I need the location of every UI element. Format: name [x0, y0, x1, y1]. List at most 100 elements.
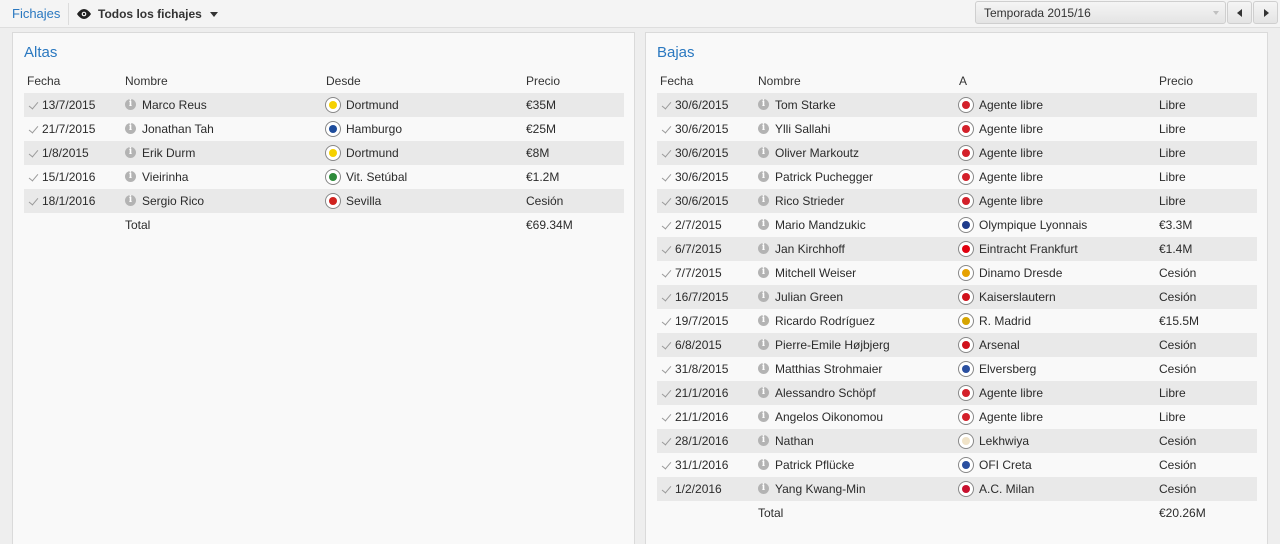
club-name[interactable]: OFI Creta: [979, 453, 1032, 477]
table-row[interactable]: 28/1/2016 i Nathan Lekhwiya Cesión: [657, 429, 1257, 453]
club-name[interactable]: Agente libre: [979, 141, 1043, 165]
info-icon[interactable]: i: [758, 291, 769, 302]
player-name[interactable]: Vieirinha: [142, 165, 188, 189]
player-name[interactable]: Mitchell Weiser: [775, 261, 856, 285]
header-precio[interactable]: Precio: [1159, 74, 1193, 88]
club-name[interactable]: Agente libre: [979, 117, 1043, 141]
info-icon[interactable]: i: [758, 219, 769, 230]
table-row[interactable]: 13/7/2015 i Marco Reus Dortmund €35M: [24, 93, 624, 117]
player-name[interactable]: Nathan: [775, 429, 814, 453]
header-nombre[interactable]: Nombre: [758, 74, 801, 88]
player-name[interactable]: Patrick Puchegger: [775, 165, 873, 189]
table-row[interactable]: 30/6/2015 i Patrick Puchegger Agente libre L…: [657, 165, 1257, 189]
table-row[interactable]: 30/6/2015 i Rico Strieder Agente libre Libre: [657, 189, 1257, 213]
info-icon[interactable]: i: [758, 243, 769, 254]
player-name[interactable]: Mario Mandzukic: [775, 213, 866, 237]
club-name[interactable]: Agente libre: [979, 189, 1043, 213]
header-fecha[interactable]: Fecha: [660, 74, 693, 88]
info-icon[interactable]: i: [758, 411, 769, 422]
info-icon[interactable]: i: [125, 147, 136, 158]
table-row[interactable]: 21/7/2015 i Jonathan Tah Hamburgo €25M: [24, 117, 624, 141]
header-precio[interactable]: Precio: [526, 74, 560, 88]
table-row[interactable]: 15/1/2016 i Vieirinha Vit. Setúbal €1.2M: [24, 165, 624, 189]
club-name[interactable]: Vit. Setúbal: [346, 165, 407, 189]
player-name[interactable]: Pierre-Emile Højbjerg: [775, 333, 890, 357]
club-name[interactable]: Agente libre: [979, 381, 1043, 405]
table-row[interactable]: 16/7/2015 i Julian Green Kaiserslautern Cesi…: [657, 285, 1257, 309]
info-icon[interactable]: i: [758, 459, 769, 470]
club-name[interactable]: Dortmund: [346, 141, 399, 165]
next-season-button[interactable]: [1253, 1, 1278, 24]
club-name[interactable]: A.C. Milan: [979, 477, 1034, 501]
previous-season-button[interactable]: [1227, 1, 1252, 24]
info-icon[interactable]: i: [125, 99, 136, 110]
table-row[interactable]: 6/7/2015 i Jan Kirchhoff Eintracht Frankfur…: [657, 237, 1257, 261]
info-icon[interactable]: i: [758, 387, 769, 398]
club-name[interactable]: R. Madrid: [979, 309, 1031, 333]
table-row[interactable]: 30/6/2015 i Ylli Sallahi Agente libre Libre: [657, 117, 1257, 141]
club-name[interactable]: Dortmund: [346, 93, 399, 117]
info-icon[interactable]: i: [758, 147, 769, 158]
player-name[interactable]: Marco Reus: [142, 93, 207, 117]
club-name[interactable]: Agente libre: [979, 93, 1043, 117]
header-desde[interactable]: Desde: [326, 74, 361, 88]
player-name[interactable]: Tom Starke: [775, 93, 836, 117]
table-row[interactable]: 18/1/2016 i Sergio Rico Sevilla Cesión: [24, 189, 624, 213]
player-name[interactable]: Jan Kirchhoff: [775, 237, 845, 261]
table-row[interactable]: 21/1/2016 i Angelos Oikonomou Agente libre L…: [657, 405, 1257, 429]
table-row[interactable]: 19/7/2015 i Ricardo Rodríguez R. Madrid €15.…: [657, 309, 1257, 333]
table-row[interactable]: 1/2/2016 i Yang Kwang-Min A.C. Milan Cesión: [657, 477, 1257, 501]
player-name[interactable]: Oliver Markoutz: [775, 141, 859, 165]
view-selector[interactable]: Todos los fichajes: [76, 5, 218, 23]
club-name[interactable]: Kaiserslautern: [979, 285, 1056, 309]
table-row[interactable]: 31/8/2015 i Matthias Strohmaier Elversberg C…: [657, 357, 1257, 381]
info-icon[interactable]: i: [758, 99, 769, 110]
info-icon[interactable]: i: [125, 171, 136, 182]
player-name[interactable]: Yang Kwang-Min: [775, 477, 866, 501]
club-name[interactable]: Agente libre: [979, 405, 1043, 429]
info-icon[interactable]: i: [758, 267, 769, 278]
club-name[interactable]: Sevilla: [346, 189, 381, 213]
season-select[interactable]: Temporada 2015/16: [975, 1, 1226, 24]
info-icon[interactable]: i: [125, 123, 136, 134]
player-name[interactable]: Alessandro Schöpf: [775, 381, 876, 405]
club-name[interactable]: Olympique Lyonnais: [979, 213, 1087, 237]
info-icon[interactable]: i: [758, 123, 769, 134]
player-name[interactable]: Julian Green: [775, 285, 843, 309]
info-icon[interactable]: i: [125, 195, 136, 206]
table-row[interactable]: 7/7/2015 i Mitchell Weiser Dinamo Dresde Ces…: [657, 261, 1257, 285]
player-name[interactable]: Sergio Rico: [142, 189, 204, 213]
table-row[interactable]: 30/6/2015 i Oliver Markoutz Agente libre Lib…: [657, 141, 1257, 165]
player-name[interactable]: Ricardo Rodríguez: [775, 309, 875, 333]
club-name[interactable]: Eintracht Frankfurt: [979, 237, 1078, 261]
player-name[interactable]: Jonathan Tah: [142, 117, 214, 141]
player-name[interactable]: Patrick Pflücke: [775, 453, 854, 477]
player-name[interactable]: Angelos Oikonomou: [775, 405, 883, 429]
info-icon[interactable]: i: [758, 315, 769, 326]
table-row[interactable]: 31/1/2016 i Patrick Pflücke OFI Creta Cesión: [657, 453, 1257, 477]
table-row[interactable]: 30/6/2015 i Tom Starke Agente libre Libre: [657, 93, 1257, 117]
table-row[interactable]: 21/1/2016 i Alessandro Schöpf Agente libre L…: [657, 381, 1257, 405]
table-row[interactable]: 6/8/2015 i Pierre-Emile Højbjerg Arsenal Ces…: [657, 333, 1257, 357]
player-name[interactable]: Erik Durm: [142, 141, 195, 165]
club-name[interactable]: Dinamo Dresde: [979, 261, 1062, 285]
club-name[interactable]: Lekhwiya: [979, 429, 1029, 453]
player-name[interactable]: Ylli Sallahi: [775, 117, 830, 141]
header-nombre[interactable]: Nombre: [125, 74, 168, 88]
info-icon[interactable]: i: [758, 171, 769, 182]
header-fecha[interactable]: Fecha: [27, 74, 60, 88]
info-icon[interactable]: i: [758, 363, 769, 374]
table-row[interactable]: 2/7/2015 i Mario Mandzukic Olympique Lyonna…: [657, 213, 1257, 237]
info-icon[interactable]: i: [758, 435, 769, 446]
club-name[interactable]: Hamburgo: [346, 117, 402, 141]
table-row[interactable]: 1/8/2015 i Erik Durm Dortmund €8M: [24, 141, 624, 165]
club-name[interactable]: Arsenal: [979, 333, 1020, 357]
info-icon[interactable]: i: [758, 339, 769, 350]
info-icon[interactable]: i: [758, 483, 769, 494]
tab-fichajes[interactable]: Fichajes: [12, 6, 60, 21]
club-name[interactable]: Elversberg: [979, 357, 1036, 381]
header-a[interactable]: A: [959, 74, 967, 88]
player-name[interactable]: Matthias Strohmaier: [775, 357, 882, 381]
info-icon[interactable]: i: [758, 195, 769, 206]
club-name[interactable]: Agente libre: [979, 165, 1043, 189]
